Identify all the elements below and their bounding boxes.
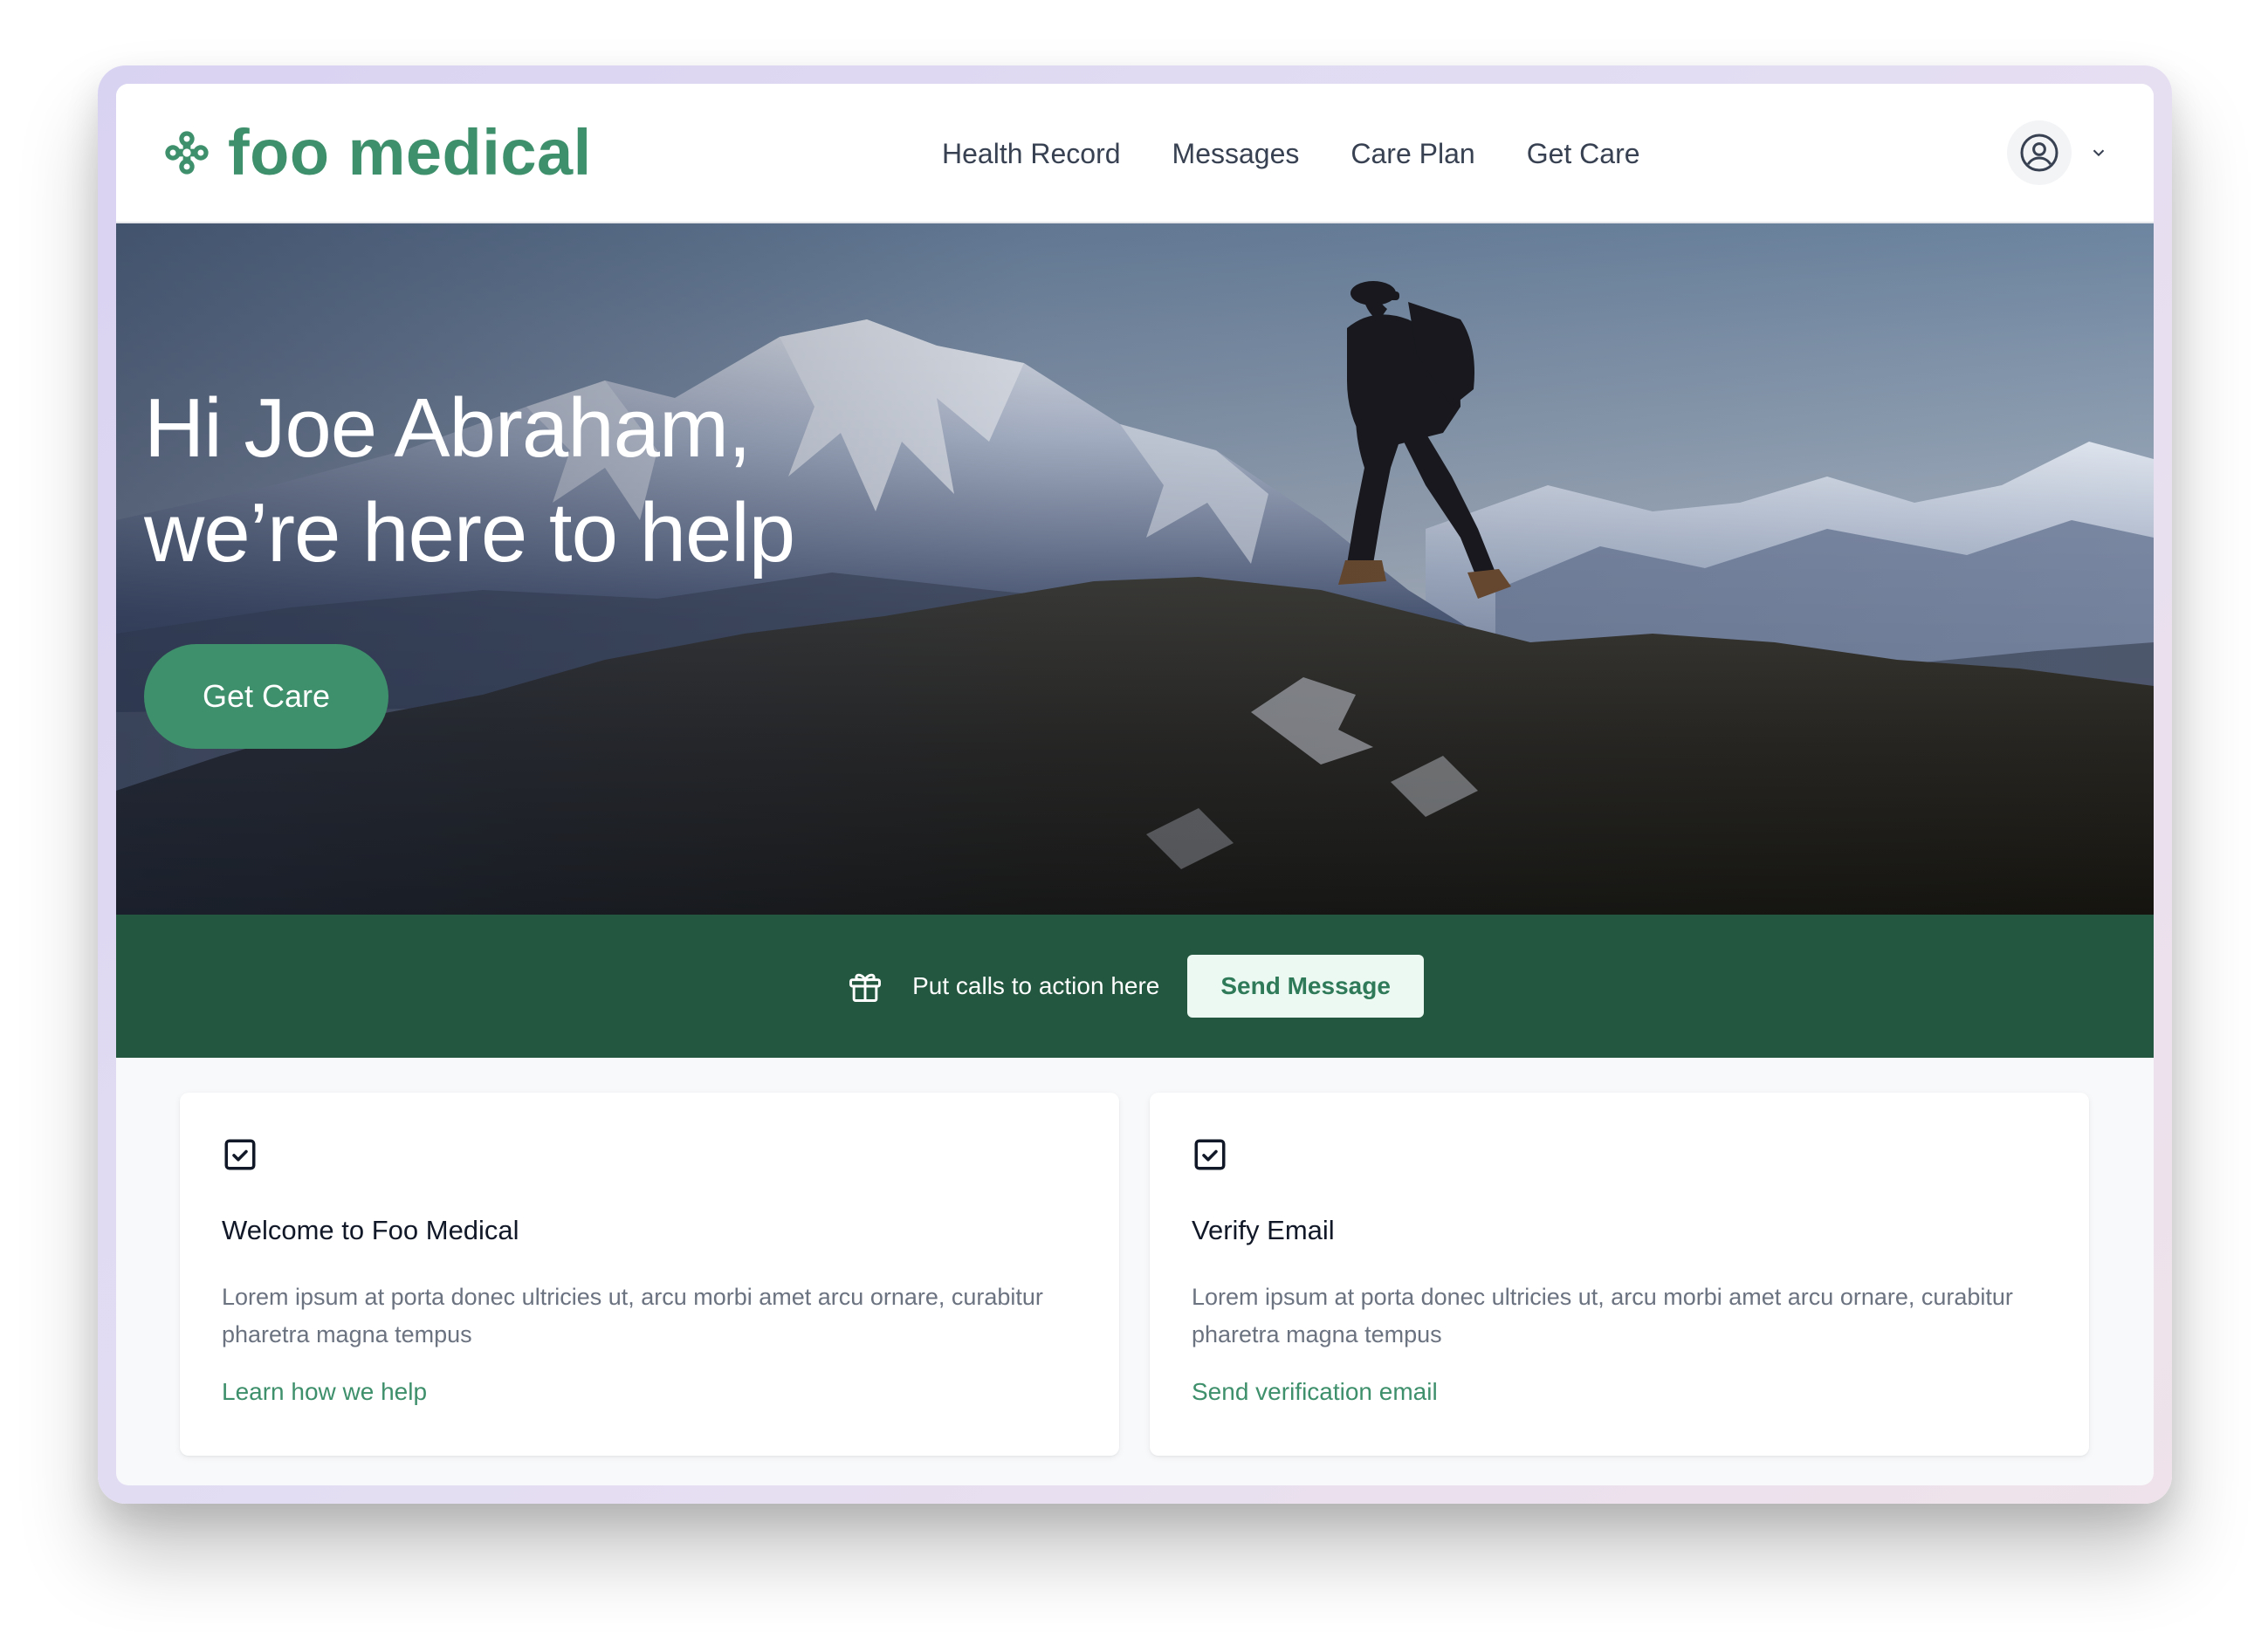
nav-item-health-record[interactable]: Health Record [942, 138, 1121, 170]
gift-icon [849, 973, 882, 1002]
welcome-card: Welcome to Foo Medical Lorem ipsum at po… [180, 1093, 1119, 1456]
user-menu[interactable] [2007, 120, 2108, 185]
clover-cross-icon [165, 131, 209, 175]
browser-window: foo medical Health Record Messages Care … [116, 84, 2154, 1485]
card-description: Lorem ipsum at porta donec ultricies ut,… [222, 1284, 1043, 1347]
checkbox-icon [1194, 1139, 1226, 1170]
checkbox-icon [224, 1139, 256, 1170]
cta-banner: Put calls to action here Send Message [116, 915, 2154, 1058]
main-nav: Health Record Messages Care Plan Get Car… [942, 84, 1640, 223]
card-title: Welcome to Foo Medical [222, 1215, 519, 1245]
nav-item-care-plan[interactable]: Care Plan [1350, 138, 1474, 170]
send-verification-email-link[interactable]: Send verification email [1192, 1378, 1438, 1406]
logo[interactable]: foo medical [162, 115, 592, 190]
learn-how-we-help-link[interactable]: Learn how we help [222, 1378, 427, 1406]
hero-section: Hi Joe Abraham, we’re here to help Get C… [116, 223, 2154, 915]
site-header: foo medical Health Record Messages Care … [116, 84, 2154, 223]
nav-item-get-care[interactable]: Get Care [1527, 138, 1640, 170]
verify-email-card: Verify Email Lorem ipsum at porta donec … [1150, 1093, 2089, 1456]
nav-item-messages[interactable]: Messages [1172, 138, 1300, 170]
card-title: Verify Email [1192, 1215, 1335, 1245]
hero-greeting-line-2: we’re here to help [144, 486, 795, 579]
avatar[interactable] [2007, 120, 2072, 185]
hero-get-care-button[interactable]: Get Care [144, 644, 388, 749]
card-description: Lorem ipsum at porta donec ultricies ut,… [1192, 1284, 2013, 1347]
brand-name: foo medical [228, 116, 592, 189]
chevron-down-icon[interactable] [2089, 143, 2108, 162]
hero-greeting: Hi Joe Abraham, we’re here to help [144, 376, 795, 586]
send-message-button[interactable]: Send Message [1187, 955, 1424, 1018]
user-circle-icon [2020, 134, 2058, 172]
hero-greeting-line-1: Hi Joe Abraham, [144, 381, 752, 475]
cta-text: Put calls to action here [912, 972, 1160, 999]
